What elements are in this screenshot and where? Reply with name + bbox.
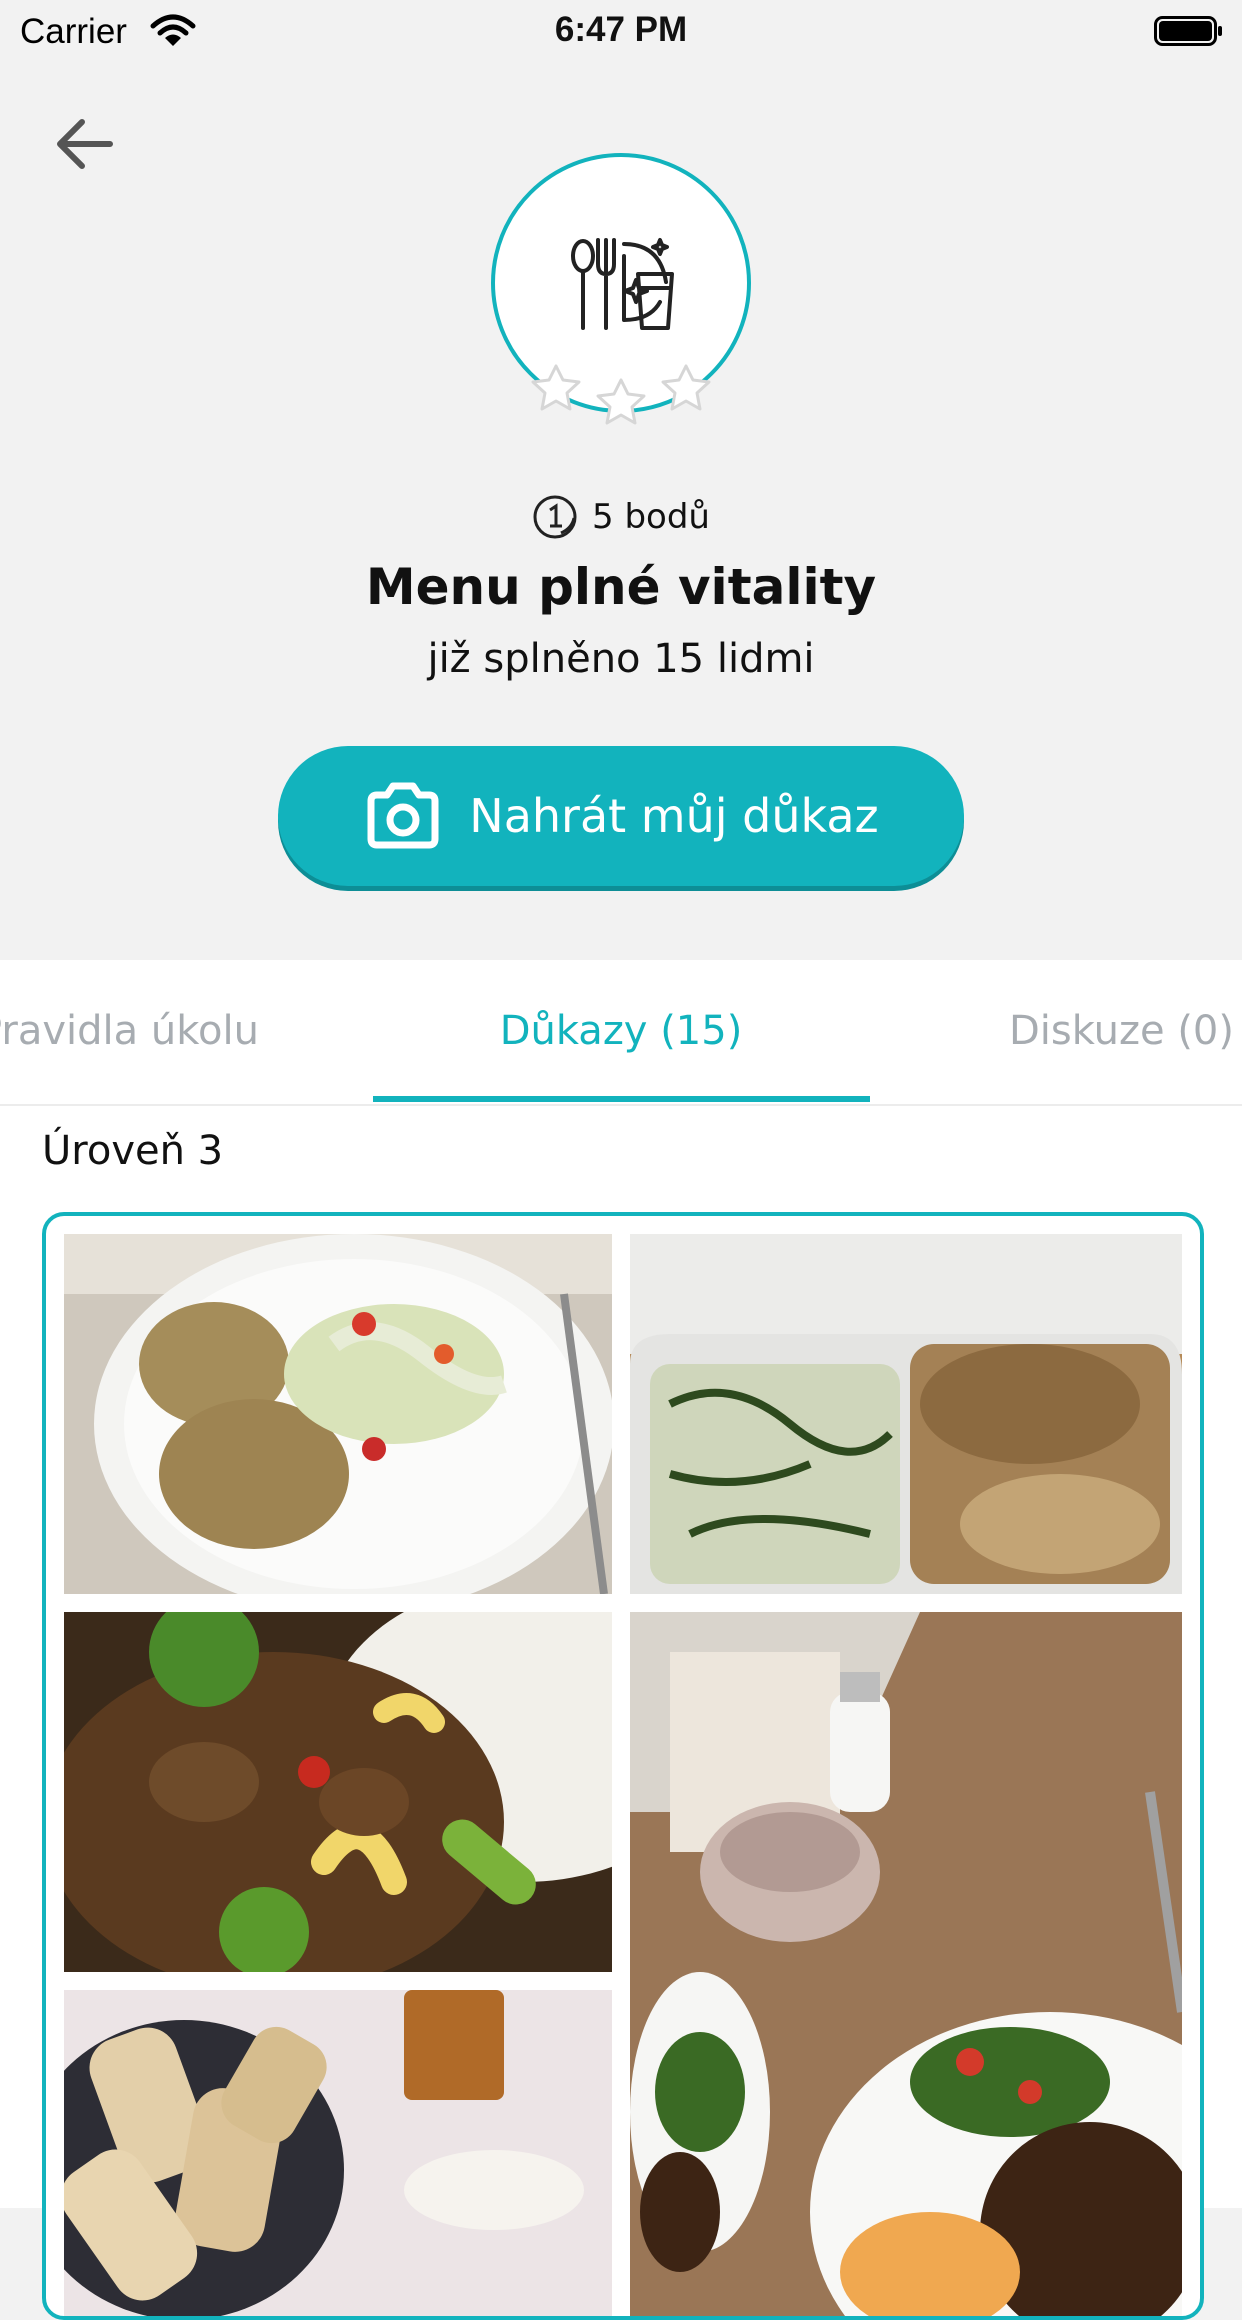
- tab-bar: Pravidla úkolu Důkazy (15) Diskuze (0): [0, 960, 1242, 1106]
- upload-proof-button[interactable]: Nahrát můj důkaz: [278, 746, 964, 886]
- completed-count: již splněno 15 lidmi: [427, 636, 815, 682]
- level-label: Úroveň 3: [42, 1128, 224, 1174]
- battery-icon: [1154, 16, 1222, 46]
- proof-gallery: [42, 1212, 1204, 2320]
- proof-photo[interactable]: [630, 1612, 1182, 2316]
- points-row: 5 bodů: [0, 494, 1242, 540]
- challenge-badge: [491, 153, 751, 425]
- status-bar: Carrier 6:47 PM: [0, 0, 1242, 62]
- points-label: 5 bodů: [592, 497, 710, 537]
- proof-photo[interactable]: [64, 1612, 612, 1972]
- tab-discussion[interactable]: Diskuze (0): [1009, 1008, 1234, 1054]
- back-arrow-icon[interactable]: [48, 108, 120, 180]
- coin-icon: [533, 495, 577, 539]
- active-tab-indicator: [373, 1096, 870, 1102]
- proofs-content: Úroveň 3: [0, 1106, 1242, 2320]
- proof-photo[interactable]: [630, 1234, 1182, 1594]
- upload-proof-label: Nahrát můj důkaz: [469, 789, 879, 843]
- challenge-title: Menu plné vitality: [365, 558, 877, 616]
- clock: 6:47 PM: [554, 10, 688, 49]
- proof-photo[interactable]: [64, 1990, 612, 2316]
- camera-icon: [367, 782, 439, 849]
- proof-photo[interactable]: [64, 1234, 612, 1594]
